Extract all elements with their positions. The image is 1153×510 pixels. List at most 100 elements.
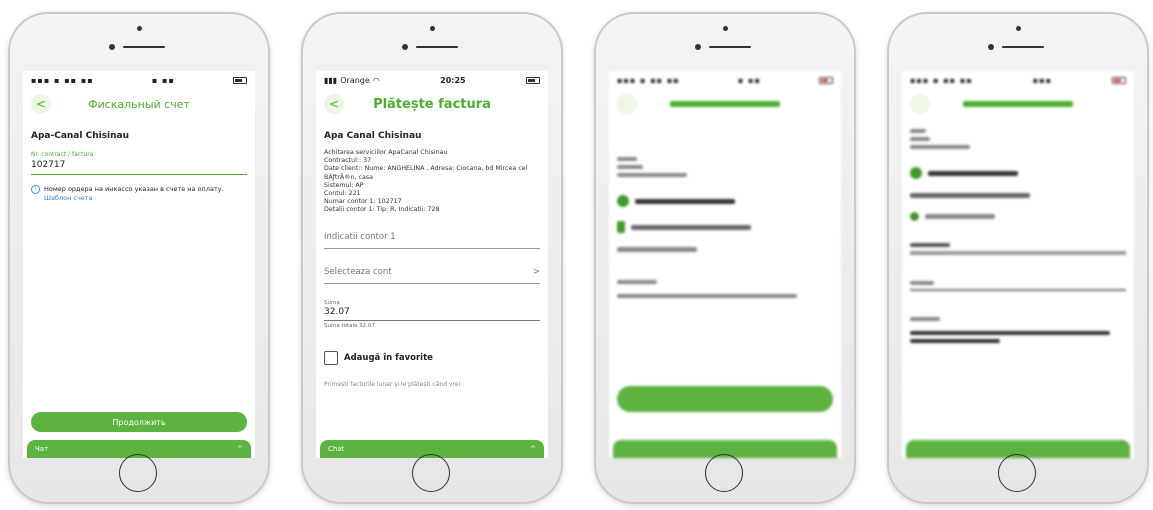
continue-button[interactable]: Продолжить (31, 412, 247, 432)
time-indicator: ▪ ▪▪ (737, 75, 761, 85)
page-title: Plătește factura (373, 96, 491, 112)
blurred-text (910, 317, 940, 321)
meter-reading-placeholder: Indicatii contor 1 (324, 232, 396, 243)
amount-total: Suma totala 32.07 (324, 323, 375, 330)
blurred-text (910, 193, 1030, 198)
speaker (123, 46, 165, 48)
meter-icon (617, 221, 625, 233)
phone-2: ▮▮▮ Orange ◠ 20:25 < Plătește factura Ap… (301, 12, 563, 504)
status-bar: ▪▪▪ ▪ ▪▪ ▪▪ ▪▪▪ (902, 71, 1134, 89)
phone-3: ▪▪▪ ▪ ▪▪ ▪▪ ▪ ▪▪ (594, 12, 856, 504)
blurred-text (910, 145, 970, 149)
contract-field[interactable]: 102717 (31, 160, 247, 175)
signal-icon: ▪▪▪ ▪ ▪▪ ▪▪ (910, 75, 973, 85)
phone-4-screen-blurred: ▪▪▪ ▪ ▪▪ ▪▪ ▪▪▪ (902, 71, 1134, 458)
blurred-text (910, 137, 930, 141)
carrier-name: Orange (340, 75, 370, 85)
back-button[interactable]: < (31, 94, 51, 114)
camera (723, 26, 728, 31)
account-select[interactable]: Selecteaza cont > (324, 267, 540, 285)
blurred-text (635, 198, 735, 204)
blurred-text (617, 280, 657, 284)
back-button[interactable] (910, 94, 930, 114)
status-bar: ▪▪▪ ▪ ▪▪ ▪▪ ▪ ▪▪ (609, 71, 841, 89)
detail-line: Contractul:: 37 (324, 157, 372, 165)
provider-title: Apa-Canal Chisinau (31, 131, 130, 141)
info-note: i Номер ордера на инкассо указан в счете… (31, 185, 247, 202)
blurred-input-underline[interactable] (910, 251, 1126, 255)
blurred-row (910, 193, 1126, 198)
blurred-text (928, 170, 1018, 176)
signal-icon: ▪▪▪ ▪ ▪▪ ▪▪ (31, 75, 94, 85)
provider-title: Apa Canal Chisinau (324, 131, 422, 141)
phone-1-screen: ▪▪▪ ▪ ▪▪ ▪▪ ▪ ▪▪ < Фискальный счет Apa-C… (23, 71, 255, 458)
invoice-template-link[interactable]: Шаблон счета (44, 194, 224, 202)
wifi-icon: ◠ (372, 75, 380, 85)
nav-bar: < Plătește factura (316, 91, 548, 117)
meter-reading-input[interactable]: Indicatii contor 1 (324, 232, 540, 250)
chevron-up-icon: ^ (237, 445, 243, 453)
front-camera (402, 44, 408, 50)
phone-4: ▪▪▪ ▪ ▪▪ ▪▪ ▪▪▪ (887, 12, 1149, 504)
chat-label: Chat (328, 445, 345, 453)
favorite-label: Adaugă în favorite (344, 353, 433, 364)
camera (1016, 26, 1021, 31)
back-button[interactable]: < (324, 94, 344, 114)
blurred-input-value (910, 243, 950, 247)
blurred-text (617, 165, 643, 169)
blurred-text (617, 157, 637, 161)
provider-icon (910, 167, 922, 179)
battery-icon (525, 76, 540, 84)
blurred-row (617, 247, 833, 252)
phone-3-screen-blurred: ▪▪▪ ▪ ▪▪ ▪▪ ▪ ▪▪ (609, 71, 841, 458)
blurred-input-underline[interactable] (910, 289, 1126, 291)
nav-bar (609, 91, 841, 117)
page-title: Фискальный счет (88, 97, 190, 111)
chat-label: Чат (35, 445, 49, 453)
front-camera (695, 44, 701, 50)
nav-bar: < Фискальный счет (23, 91, 255, 117)
camera (430, 26, 435, 31)
speaker (1002, 46, 1044, 48)
clock: 20:25 (440, 75, 466, 85)
blurred-row (617, 221, 833, 233)
back-button[interactable] (617, 94, 637, 114)
time-indicator: ▪▪▪ (1032, 75, 1052, 85)
detail-line: Numar contor 1: 102717 (324, 198, 402, 206)
chevron-up-icon: ^ (530, 445, 536, 453)
battery-icon (1112, 76, 1126, 84)
status-bar: ▮▮▮ Orange ◠ 20:25 (316, 71, 548, 89)
detail-line: Sistemul: AP (324, 181, 364, 189)
meter-icon (910, 212, 919, 221)
front-camera (988, 44, 994, 50)
battery-icon (818, 76, 833, 84)
blurred-text (910, 281, 934, 285)
home-button[interactable] (705, 454, 743, 492)
blurred-text (910, 129, 926, 133)
home-button[interactable] (998, 454, 1036, 492)
signal-icon: ▮▮▮ (324, 75, 338, 85)
page-title-blurred (963, 101, 1073, 107)
contract-field-label: Nr. contract / factura (31, 151, 94, 158)
detail-line: Detalii contor 1: Tip: R, Indicatii: 728 (324, 206, 440, 214)
promo-text: Primești facturile lunar și le plătești … (324, 381, 461, 389)
blurred-text (910, 331, 1110, 335)
home-button[interactable] (119, 454, 157, 492)
nav-bar (902, 91, 1134, 117)
checkbox[interactable] (324, 351, 338, 366)
note-text: Номер ордера на инкассо указан в счете н… (44, 185, 224, 193)
detail-line: Contul: 221 (324, 189, 361, 197)
signal-icon: ▪▪▪ ▪ ▪▪ ▪▪ (617, 75, 680, 85)
amount-field[interactable]: 32.07 (324, 307, 540, 322)
blurred-text (925, 214, 995, 219)
blurred-text (617, 173, 687, 177)
camera (137, 26, 142, 31)
favorite-toggle[interactable]: Adaugă în favorite (324, 351, 548, 366)
home-button[interactable] (412, 454, 450, 492)
phone-1: ▪▪▪ ▪ ▪▪ ▪▪ ▪ ▪▪ < Фискальный счет Apa-C… (8, 12, 270, 504)
blurred-row (617, 195, 833, 207)
chevron-right-icon: > (532, 267, 540, 278)
detail-line: Achitarea serviciilor ApaCanal Chisinau (324, 149, 448, 156)
blurred-primary-button[interactable] (617, 386, 833, 412)
detail-line: Date client:: Nume: ANGHELINA , Adresa: … (324, 165, 528, 181)
